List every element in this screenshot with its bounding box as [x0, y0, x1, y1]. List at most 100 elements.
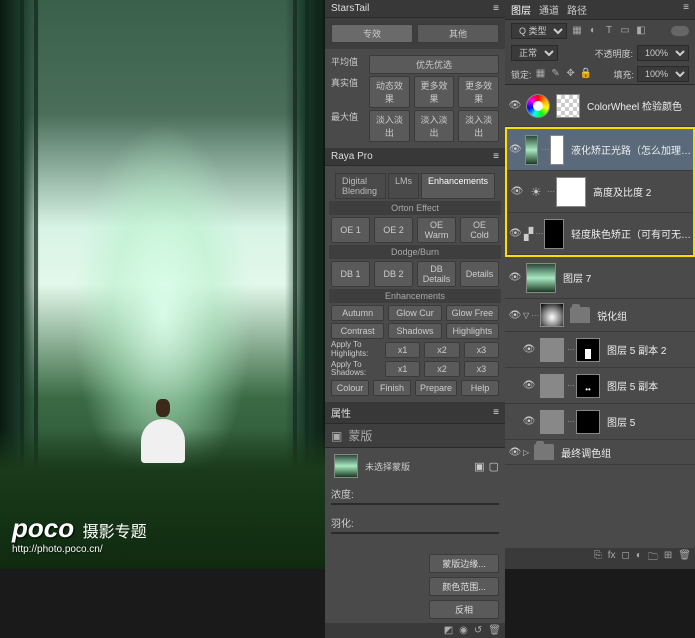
raya-colour[interactable]: Colour	[331, 380, 369, 396]
filter-image-icon[interactable]: ▦	[571, 25, 583, 37]
invert-button[interactable]: 反相	[429, 600, 499, 619]
visibility-eye-icon[interactable]: 👁	[521, 416, 537, 427]
density-slider[interactable]	[331, 503, 499, 505]
starstail-row2-b1[interactable]: 动态效果	[369, 76, 410, 108]
layer-name: 高度及比度 2	[589, 184, 691, 199]
visibility-eye-icon[interactable]: 👁	[509, 144, 522, 155]
group-expand-icon[interactable]: ▽	[523, 311, 529, 320]
raya-dbdetails[interactable]: DB Details	[417, 261, 456, 287]
panel-menu-icon[interactable]: ≡	[493, 407, 499, 418]
prop-foot-icon-3[interactable]: ↺	[474, 625, 482, 636]
raya-sh-x2[interactable]: x2	[424, 361, 459, 377]
prop-foot-icon-1[interactable]: ◩	[444, 625, 453, 636]
lock-transparency-icon[interactable]: ▦	[535, 68, 547, 80]
canvas-viewport[interactable]: poco 摄影专题 http://photo.poco.cn/	[0, 0, 325, 569]
layer-item-1[interactable]: 👁 ⋯ 液化矫正光路（怎么加理…	[507, 129, 693, 171]
visibility-eye-icon[interactable]: 👁	[507, 100, 523, 111]
mask-type-vector-icon[interactable]: ▢	[489, 460, 499, 473]
raya-autumn[interactable]: Autumn	[331, 305, 384, 321]
layer-item-6[interactable]: 👁 ⋯ •• 图层 5 副本	[505, 368, 695, 404]
raya-db2[interactable]: DB 2	[374, 261, 413, 287]
layers-trash-icon[interactable]: 🗑	[678, 550, 691, 567]
color-range-button[interactable]: 颜色范围...	[429, 577, 499, 596]
visibility-eye-icon[interactable]: 👁	[507, 447, 523, 458]
visibility-eye-icon[interactable]: 👁	[507, 272, 523, 283]
starstail-tab-1[interactable]: 专效	[331, 24, 413, 43]
raya-oe1[interactable]: OE 1	[331, 217, 370, 243]
layers-adjustment-icon[interactable]: ◐	[636, 550, 642, 567]
tab-layers[interactable]: 图层	[511, 2, 531, 17]
raya-finish[interactable]: Finish	[373, 380, 411, 396]
mask-type-icon[interactable]: ▣	[474, 460, 484, 473]
raya-oewarm[interactable]: OE Warm	[417, 217, 456, 243]
raya-glowfree[interactable]: Glow Free	[446, 305, 499, 321]
group-expand-icon[interactable]: ▷	[523, 448, 529, 457]
filter-toggle-switch[interactable]	[671, 26, 689, 36]
raya-oe2[interactable]: OE 2	[374, 217, 413, 243]
layer-item-7[interactable]: 👁 ⋯ 图层 5	[505, 404, 695, 440]
layer-item-5[interactable]: 👁 ⋯ 图层 5 副本 2	[505, 332, 695, 368]
filter-type-icon[interactable]: T	[603, 25, 615, 37]
raya-shadows[interactable]: Shadows	[388, 323, 441, 339]
layers-folder-icon[interactable]: 🗀	[648, 550, 658, 567]
mask-mode-pixel-icon[interactable]: ▣	[331, 429, 342, 443]
visibility-eye-icon[interactable]: 👁	[509, 228, 522, 239]
raya-oecold[interactable]: OE Cold	[460, 217, 499, 243]
prop-foot-icon-2[interactable]: ◉	[459, 625, 468, 636]
layer-item-3[interactable]: 👁 ▞ ⋯ 轻度肤色矫正（可有可无…	[507, 213, 693, 255]
layers-link-icon[interactable]: ⎘	[594, 550, 602, 567]
visibility-eye-icon[interactable]: 👁	[507, 310, 523, 321]
tab-channels[interactable]: 通道	[539, 2, 559, 17]
raya-hl-x1[interactable]: x1	[385, 342, 420, 358]
layers-fx-icon[interactable]: fx	[608, 550, 616, 567]
filter-adj-icon[interactable]: ◐	[587, 25, 599, 37]
raya-contrast[interactable]: Contrast	[331, 323, 384, 339]
layers-new-icon[interactable]: ⊞	[664, 550, 672, 567]
raya-db1[interactable]: DB 1	[331, 261, 370, 287]
starstail-row3-b2[interactable]: 淡入淡出	[414, 110, 455, 142]
blend-mode-select[interactable]: 正常	[511, 45, 558, 61]
mask-edge-button[interactable]: 蒙版边缘...	[429, 554, 499, 573]
layers-mask-icon[interactable]: ◻	[622, 550, 630, 567]
layer-filter-kind[interactable]: Q 类型	[511, 23, 567, 39]
raya-help[interactable]: Help	[461, 380, 499, 396]
prop-foot-trash-icon[interactable]: 🗑	[488, 625, 501, 636]
raya-hl-x3[interactable]: x3	[464, 342, 499, 358]
opacity-select[interactable]: 100%	[637, 45, 689, 61]
starstail-row3-b1[interactable]: 淡入淡出	[369, 110, 410, 142]
starstail-row1-btn[interactable]: 优先优选	[369, 55, 499, 74]
starstail-tab-2[interactable]: 其他	[417, 24, 499, 43]
layer-group-2[interactable]: 👁 ▷ 最终调色组	[505, 440, 695, 465]
visibility-eye-icon[interactable]: 👁	[509, 186, 525, 197]
starstail-row2-b3[interactable]: 更多效果	[458, 76, 499, 108]
feather-slider[interactable]	[331, 532, 499, 534]
raya-tab-enh[interactable]: Enhancements	[421, 173, 495, 199]
raya-sh-x3[interactable]: x3	[464, 361, 499, 377]
panel-menu-icon[interactable]: ≡	[493, 3, 499, 14]
filter-shape-icon[interactable]: ▭	[619, 25, 631, 37]
starstail-row2-b2[interactable]: 更多效果	[414, 76, 455, 108]
lock-position-icon[interactable]: ✥	[565, 68, 577, 80]
raya-details[interactable]: Details	[460, 261, 499, 287]
lock-paint-icon[interactable]: ✎	[550, 68, 562, 80]
raya-highlights[interactable]: Highlights	[446, 323, 499, 339]
lock-all-icon[interactable]: 🔒	[580, 68, 592, 80]
fill-select[interactable]: 100%	[637, 66, 689, 82]
raya-tab-digital[interactable]: Digital Blending	[335, 173, 386, 199]
tab-paths[interactable]: 路径	[567, 2, 587, 17]
starstail-row3-b3[interactable]: 淡入淡出	[458, 110, 499, 142]
raya-tab-lms[interactable]: LMs	[388, 173, 419, 199]
raya-sh-x1[interactable]: x1	[385, 361, 420, 377]
panel-menu-icon[interactable]: ≡	[493, 151, 499, 162]
layer-colorwheel[interactable]: 👁 ColorWheel 检验颜色	[505, 85, 695, 127]
visibility-eye-icon[interactable]: 👁	[521, 380, 537, 391]
raya-hl-x2[interactable]: x2	[424, 342, 459, 358]
layer-item-2[interactable]: 👁 ☀ ⋯ 高度及比度 2	[507, 171, 693, 213]
filter-smart-icon[interactable]: ◧	[635, 25, 647, 37]
panel-menu-icon[interactable]: ≡	[683, 2, 689, 17]
raya-prepare[interactable]: Prepare	[415, 380, 457, 396]
layer-item-4[interactable]: 👁 图层 7	[505, 257, 695, 299]
visibility-eye-icon[interactable]: 👁	[521, 344, 537, 355]
layer-group[interactable]: 👁 ▽ ⋯ 锐化组	[505, 299, 695, 332]
raya-glowcur[interactable]: Glow Cur	[388, 305, 441, 321]
